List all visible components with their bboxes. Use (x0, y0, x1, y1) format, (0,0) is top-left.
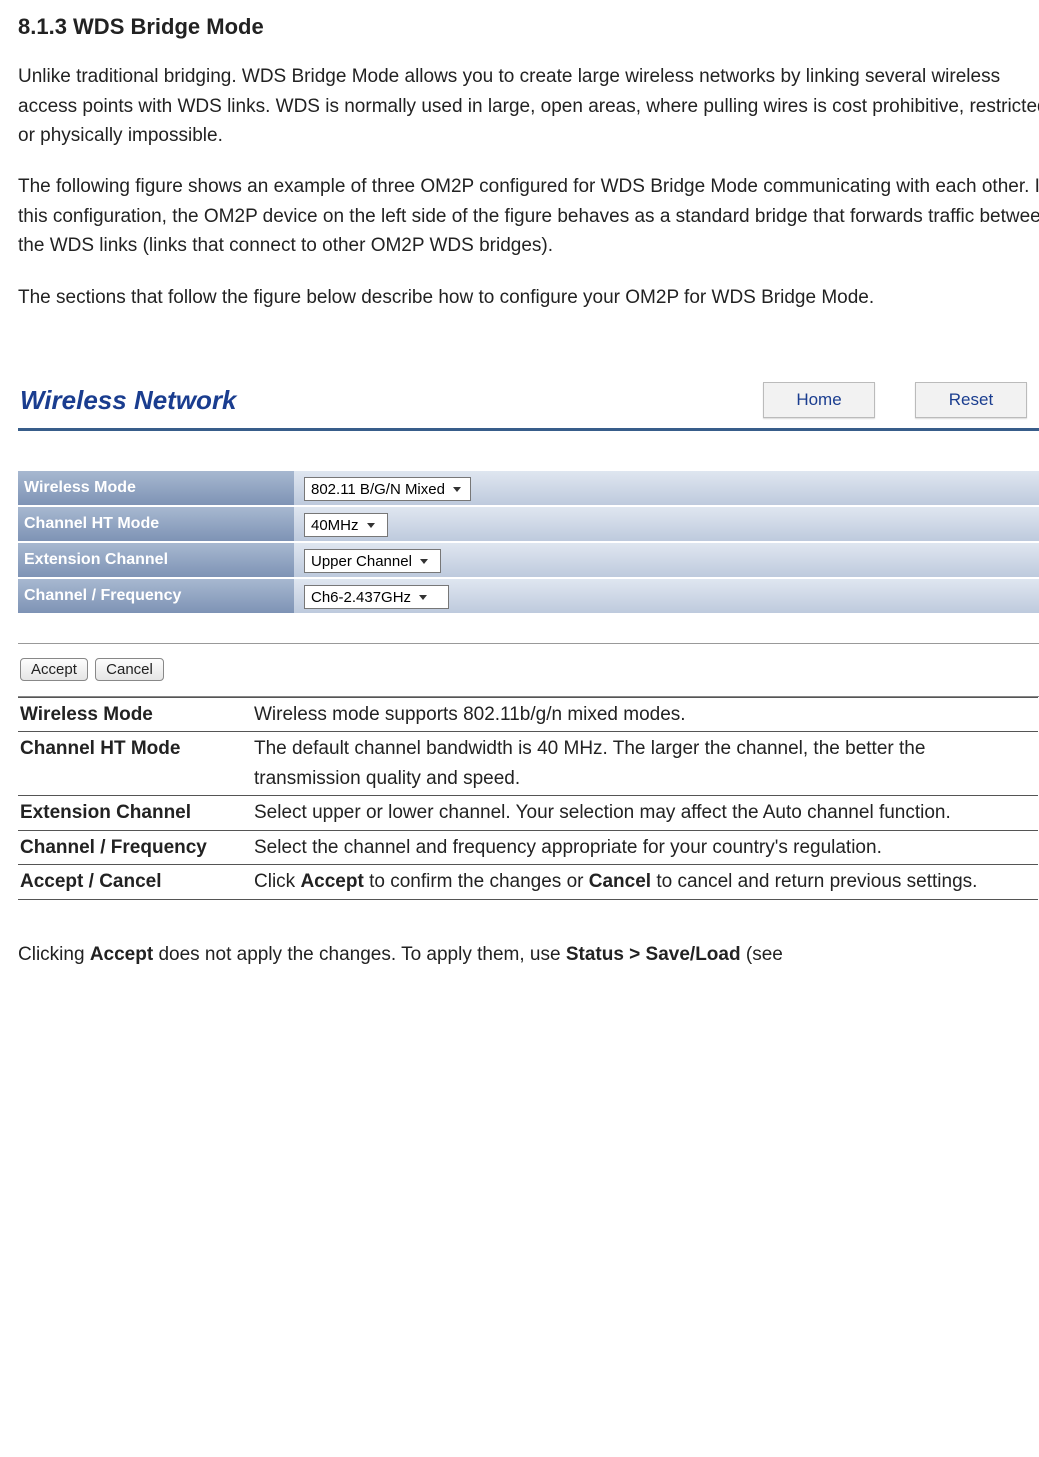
section-heading: 8.1.3 WDS Bridge Mode (18, 10, 1039, 44)
table-row: Extension Channel Select upper or lower … (18, 796, 1038, 830)
select-channel-ht-mode[interactable]: 40MHz (304, 513, 388, 537)
reset-button[interactable]: Reset (915, 382, 1027, 418)
text-fragment: does not apply the changes. To apply the… (153, 944, 566, 965)
paragraph: Unlike traditional bridging. WDS Bridge … (18, 62, 1039, 150)
row-channel-ht-mode: Channel HT Mode 40MHz (18, 506, 1039, 542)
label-channel-frequency: Channel / Frequency (18, 578, 294, 614)
text-fragment: to confirm the changes or (364, 871, 589, 892)
description-table: Wireless Mode Wireless mode supports 802… (18, 697, 1038, 900)
note-paragraph: Clicking Accept does not apply the chang… (18, 940, 1039, 969)
desc-text: Select the channel and frequency appropr… (252, 830, 1038, 864)
select-wireless-mode[interactable]: 802.11 B/G/N Mixed (304, 477, 471, 501)
bottom-buttons: Accept Cancel (20, 654, 1039, 683)
figure-title: Wireless Network (20, 372, 237, 428)
top-buttons: Home Reset (763, 382, 1039, 418)
desc-label: Accept / Cancel (18, 865, 252, 899)
chevron-down-icon (367, 523, 375, 528)
table-row: Channel HT Mode The default channel band… (18, 732, 1038, 796)
paragraph: The sections that follow the figure belo… (18, 283, 1039, 312)
desc-label: Extension Channel (18, 796, 252, 830)
row-channel-frequency: Channel / Frequency Ch6-2.437GHz (18, 578, 1039, 614)
label-wireless-mode: Wireless Mode (18, 471, 294, 506)
bold-accept: Accept (90, 944, 153, 965)
desc-text: Click Accept to confirm the changes or C… (252, 865, 1038, 899)
chevron-down-icon (420, 559, 428, 564)
select-value: 40MHz (311, 514, 365, 537)
text-fragment: Clicking (18, 944, 90, 965)
chevron-down-icon (453, 487, 461, 492)
select-value: Upper Channel (311, 550, 418, 573)
bold-cancel: Cancel (589, 871, 651, 892)
desc-label: Channel HT Mode (18, 732, 252, 796)
desc-label: Channel / Frequency (18, 830, 252, 864)
table-row: Channel / Frequency Select the channel a… (18, 830, 1038, 864)
paragraph: The following figure shows an example of… (18, 172, 1039, 260)
desc-text: The default channel bandwidth is 40 MHz.… (252, 732, 1038, 796)
accept-button[interactable]: Accept (20, 658, 88, 681)
desc-label: Wireless Mode (18, 697, 252, 731)
desc-text: Wireless mode supports 802.11b/g/n mixed… (252, 697, 1038, 731)
text-fragment: Click (254, 871, 300, 892)
table-row: Wireless Mode Wireless mode supports 802… (18, 697, 1038, 731)
text-fragment: to cancel and return previous settings. (651, 871, 977, 892)
chevron-down-icon (419, 595, 427, 600)
select-value: 802.11 B/G/N Mixed (311, 478, 451, 501)
label-channel-ht-mode: Channel HT Mode (18, 506, 294, 542)
desc-text: Select upper or lower channel. Your sele… (252, 796, 1038, 830)
table-row: Accept / Cancel Click Accept to confirm … (18, 865, 1038, 899)
cancel-button[interactable]: Cancel (95, 658, 164, 681)
label-extension-channel: Extension Channel (18, 542, 294, 578)
bold-accept: Accept (300, 871, 363, 892)
home-button[interactable]: Home (763, 382, 875, 418)
text-fragment: (see (741, 944, 783, 965)
row-wireless-mode: Wireless Mode 802.11 B/G/N Mixed (18, 471, 1039, 506)
figure-header: Wireless Network Home Reset (18, 372, 1039, 431)
settings-table: Wireless Mode 802.11 B/G/N Mixed Channel… (18, 471, 1039, 615)
wireless-network-figure: Wireless Network Home Reset Wireless Mod… (18, 372, 1039, 697)
divider (18, 643, 1039, 644)
select-extension-channel[interactable]: Upper Channel (304, 549, 441, 573)
row-extension-channel: Extension Channel Upper Channel (18, 542, 1039, 578)
select-value: Ch6-2.437GHz (311, 586, 417, 609)
bold-status-saveload: Status > Save/Load (566, 944, 741, 965)
select-channel-frequency[interactable]: Ch6-2.437GHz (304, 585, 449, 609)
